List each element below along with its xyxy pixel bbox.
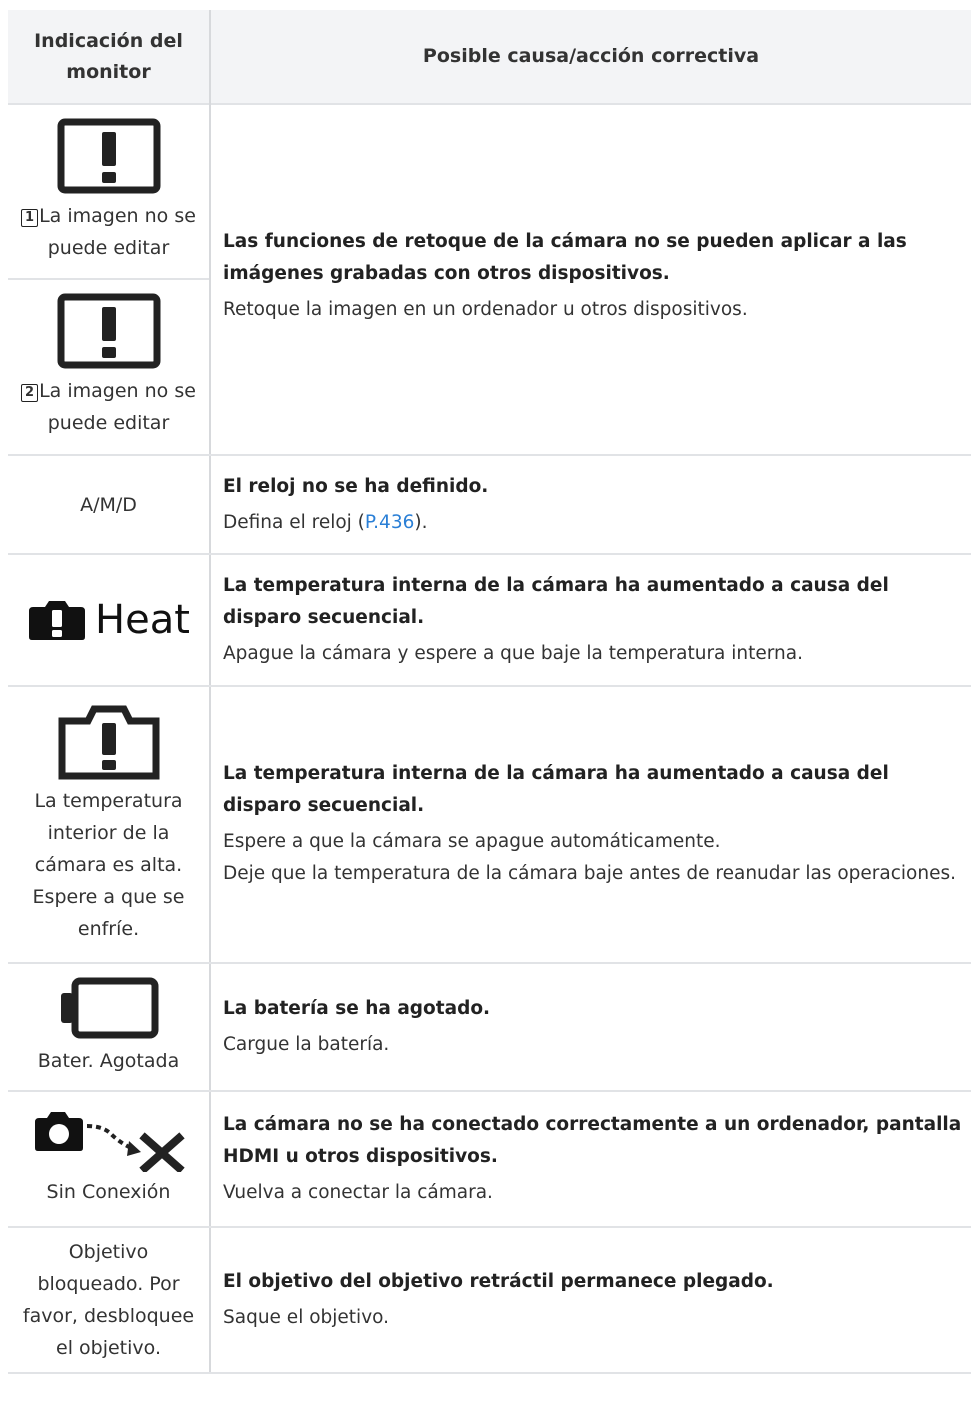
camera-no-connection-icon xyxy=(34,1112,185,1172)
warning-box-icon xyxy=(57,293,160,369)
indication-heat: Heat xyxy=(8,555,209,685)
heat-label: Heat xyxy=(95,597,190,643)
cause-text: El objetivo del objetivo retráctil perma… xyxy=(223,1271,774,1292)
cause-text: La batería se ha agotado. xyxy=(223,998,491,1019)
indication-clock: A/M/D xyxy=(8,456,209,553)
cannot-edit-label-2: La imagen no se puede editar xyxy=(39,380,196,434)
cause-text: La temperatura interna de la cámara ha a… xyxy=(223,762,889,816)
cause-no-connection: La cámara no se ha conectado correctamen… xyxy=(223,1092,968,1226)
battery-empty-icon xyxy=(60,977,158,1039)
indication-cannot-edit-1: 1 La imagen no se puede editar xyxy=(8,106,209,276)
indication-cannot-edit-2: 2 La imagen no se puede editar xyxy=(8,280,209,452)
cannot-edit-label-1: La imagen no se puede editar xyxy=(39,205,196,259)
cause-clock: El reloj no se ha definido. Defina el re… xyxy=(223,456,968,553)
slot-2-badge: 2 xyxy=(21,384,39,402)
page-link[interactable]: P.436 xyxy=(365,512,414,533)
action-text: Saque el objetivo. xyxy=(223,1307,390,1328)
action-text: Retoque la imagen en un ordenador u otro… xyxy=(223,299,748,320)
cause-battery: La batería se ha agotado. Cargue la bate… xyxy=(223,964,968,1090)
lens-locked-label: Objetivo bloqueado. Por favor, desbloque… xyxy=(22,1241,195,1359)
clock-label: A/M/D xyxy=(80,493,137,516)
column-divider xyxy=(209,10,211,1372)
action-text: Defina el reloj (P.436). xyxy=(223,511,428,533)
cause-high-temp: La temperatura interna de la cámara ha a… xyxy=(223,687,968,960)
high-temp-label: La temperatura interior de la cámara es … xyxy=(32,789,185,940)
indication-high-temp: La temperatura interior de la cámara es … xyxy=(8,687,209,960)
warning-box-icon xyxy=(57,118,160,194)
battery-label: Bater. Agotada xyxy=(37,1050,180,1072)
cause-cannot-edit: Las funciones de retoque de la cámara no… xyxy=(223,106,968,452)
cause-text: La cámara no se ha conectado correctamen… xyxy=(223,1114,962,1167)
cause-text: Las funciones de retoque de la cámara no… xyxy=(223,231,907,284)
slot-1-badge: 1 xyxy=(21,209,39,227)
action-text: Cargue la batería. xyxy=(223,1034,390,1055)
indication-lens-locked: Objetivo bloqueado. Por favor, desbloque… xyxy=(8,1228,209,1372)
action-text: Vuelva a conectar la cámara. xyxy=(223,1182,493,1203)
header-monitor-indication: Indicación del monitor xyxy=(34,29,183,83)
action-text-2: Deje que la temperatura de la cámara baj… xyxy=(223,862,956,884)
action-text: Apague la cámara y espere a que baje la … xyxy=(223,643,803,664)
cause-text: El reloj no se ha definido. xyxy=(223,475,489,497)
no-connection-label: Sin Conexión xyxy=(46,1181,171,1203)
cause-lens-locked: El objetivo del objetivo retráctil perma… xyxy=(223,1228,968,1372)
cause-text: La temperatura interna de la cámara ha a… xyxy=(223,575,889,628)
header-cause-action: Posible causa/acción correctiva xyxy=(422,45,760,67)
camera-warning-outline-icon xyxy=(58,705,159,779)
cause-heat: La temperatura interna de la cámara ha a… xyxy=(223,555,968,685)
camera-warning-filled-icon xyxy=(29,601,86,640)
action-text: Espere a que la cámara se apague automát… xyxy=(223,830,721,852)
indication-no-connection: Sin Conexión xyxy=(8,1092,209,1226)
indication-battery: Bater. Agotada xyxy=(8,964,209,1090)
